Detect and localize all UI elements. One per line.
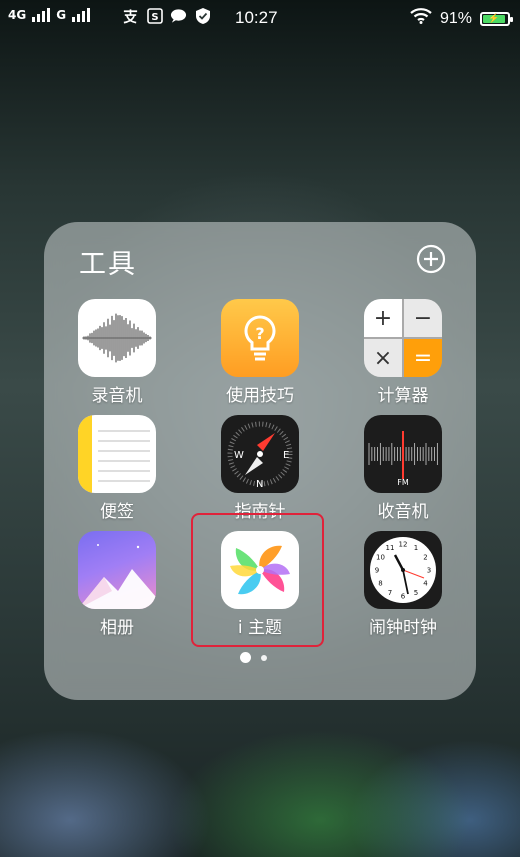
- folder-title: 工具: [79, 249, 137, 280]
- app-label: 使用技巧: [226, 386, 294, 406]
- shield-check-icon: [194, 7, 211, 24]
- calc-equals: =: [404, 339, 442, 377]
- svg-text:7: 7: [388, 589, 392, 597]
- app-label: 收音机: [377, 502, 429, 522]
- svg-text:11: 11: [386, 544, 395, 552]
- svg-text:4: 4: [423, 580, 428, 588]
- alipay-icon: [122, 7, 139, 24]
- highlight-box: [191, 513, 324, 647]
- radio-icon: FM: [364, 415, 442, 493]
- svg-text:S: S: [151, 12, 158, 23]
- battery-percent: 91%: [439, 9, 472, 27]
- compass-icon: W E N: [221, 415, 299, 493]
- signal-group: 4G G: [8, 8, 91, 22]
- svg-text:12: 12: [399, 541, 408, 549]
- page-indicator[interactable]: [240, 652, 267, 663]
- app-clock[interactable]: 1 2 3 4 5 6 7 8 9 10 11 12 闹钟时钟: [348, 531, 458, 638]
- message-icon: [170, 7, 187, 24]
- svg-text:9: 9: [375, 567, 379, 575]
- svg-text:6: 6: [401, 593, 406, 601]
- voice-memos-icon: [78, 299, 156, 377]
- page-dot-2[interactable]: [261, 654, 267, 661]
- svg-text:2: 2: [423, 554, 427, 562]
- app-tips[interactable]: ? 使用技巧: [205, 299, 315, 406]
- calc-times: ×: [364, 339, 402, 377]
- radio-fm-label: FM: [397, 478, 409, 487]
- network-type-label: 4G: [8, 8, 27, 22]
- wifi-icon: [410, 8, 432, 29]
- status-right: 91% ⚡: [410, 8, 513, 29]
- app-voice-memos[interactable]: 录音机: [62, 299, 172, 406]
- clock-icon: 1 2 3 4 5 6 7 8 9 10 11 12: [364, 531, 442, 609]
- svg-text:5: 5: [414, 589, 418, 597]
- app-label: 便签: [100, 502, 134, 522]
- calc-plus: +: [364, 299, 402, 337]
- compass-east: E: [283, 450, 289, 461]
- app-label: 闹钟时钟: [369, 618, 437, 638]
- svg-text:3: 3: [427, 567, 431, 575]
- status-time: 10:27: [235, 8, 278, 27]
- status-bar: 4G G S 10:27 91% ⚡: [0, 0, 520, 36]
- battery-icon: ⚡: [480, 11, 513, 26]
- app-compass[interactable]: W E N 指南针: [205, 415, 315, 522]
- notification-icons: S: [122, 7, 211, 24]
- add-icon[interactable]: [416, 244, 446, 274]
- calculator-icon: + − × =: [364, 299, 442, 377]
- tips-icon: ?: [221, 299, 299, 377]
- s-icon: S: [146, 7, 163, 24]
- app-calculator[interactable]: + − × = 计算器: [348, 299, 458, 406]
- photos-icon: [78, 531, 156, 609]
- app-label: 相册: [100, 618, 134, 638]
- page-dot-1[interactable]: [240, 652, 251, 663]
- app-radio[interactable]: FM 收音机: [348, 415, 458, 522]
- compass-west: W: [234, 450, 244, 461]
- app-label: 计算器: [377, 386, 429, 406]
- network-type-label-2: G: [56, 8, 67, 22]
- signal-strength-icon-2: [72, 8, 91, 22]
- signal-strength-icon: [32, 8, 51, 22]
- app-notes[interactable]: 便签: [62, 415, 172, 522]
- svg-text:8: 8: [378, 580, 382, 588]
- app-label: 录音机: [91, 386, 143, 406]
- calc-minus: −: [404, 299, 442, 337]
- svg-text:10: 10: [376, 554, 385, 562]
- svg-text:1: 1: [414, 544, 418, 552]
- compass-north: N: [256, 479, 263, 490]
- svg-text:?: ?: [255, 324, 264, 343]
- app-photos[interactable]: 相册: [62, 531, 172, 638]
- notes-icon: [78, 415, 156, 493]
